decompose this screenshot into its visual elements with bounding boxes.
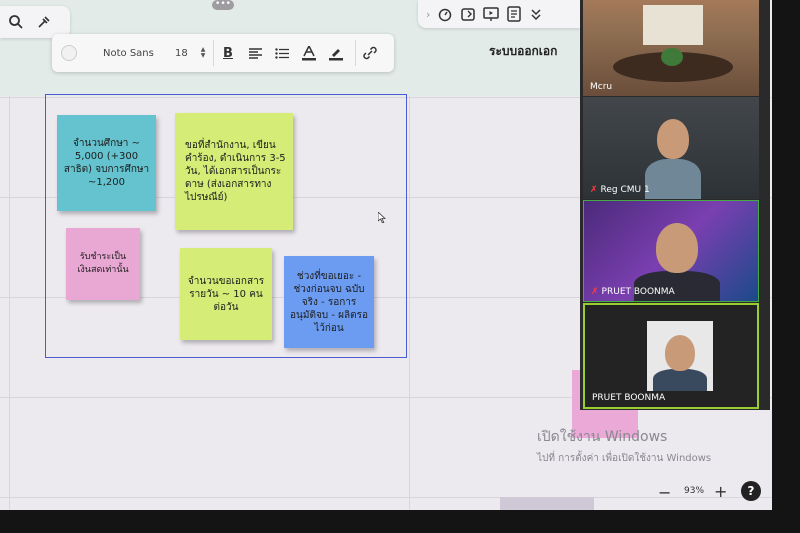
participant-name: ✗ PRUET BOONMA (591, 287, 675, 297)
participant-name: PRUET BOONMA (592, 393, 666, 403)
zoom-out-button[interactable]: − (658, 483, 671, 502)
sticky-note[interactable]: ช่วงที่ขอเยอะ - ช่วงก่อนจบ ฉบับจริง - รอ… (284, 256, 374, 348)
font-size-input[interactable]: 18 (175, 48, 195, 59)
highlight-icon[interactable] (323, 40, 349, 66)
sticky-note[interactable]: จำนวนศึกษา ~ 5,000 (+300 สาธิต) จบการศึก… (57, 115, 156, 211)
align-icon[interactable] (242, 40, 268, 66)
screen-bezel (772, 0, 800, 533)
more-options-icon[interactable]: ••• (212, 0, 234, 10)
list-icon[interactable] (269, 40, 295, 66)
participant-face (657, 119, 689, 159)
flower-arrangement (661, 48, 683, 66)
participant-tile-active[interactable]: PRUET BOONMA (583, 303, 759, 409)
search-icon[interactable] (8, 14, 24, 30)
sticky-note[interactable]: ขอที่สำนักงาน, เขียนคำร้อง, ดำเนินการ 3-… (175, 113, 293, 230)
participant-video (647, 321, 713, 391)
top-right-toolbar: › (418, 0, 580, 28)
text-color-icon[interactable] (296, 40, 322, 66)
participant-body (645, 159, 701, 199)
toolbar-divider (355, 40, 356, 66)
present-icon[interactable] (483, 6, 500, 22)
zoom-in-button[interactable]: + (714, 482, 727, 501)
faint-shape (500, 497, 594, 510)
participant-body (653, 369, 707, 391)
link-icon[interactable] (357, 40, 383, 66)
activation-line-1: เปิดใช้งาน Windows (537, 429, 668, 445)
screen-bezel (0, 510, 800, 533)
mic-muted-icon: ✗ (590, 185, 598, 195)
export-icon[interactable] (460, 6, 476, 22)
participant-tile[interactable]: Mcru (583, 0, 759, 96)
color-swatch[interactable] (61, 45, 77, 61)
format-toolbar: Noto Sans 18 ▲ ▼ B (52, 34, 394, 72)
collapse-icon[interactable] (529, 6, 543, 22)
font-family-select[interactable]: Noto Sans (103, 48, 167, 59)
participant-name: Mcru (590, 82, 613, 92)
sticky-note[interactable]: จำนวนขอเอกสารรายวัน ~ 10 คนต่อวัน (180, 248, 272, 340)
participant-name: ✗ Reg CMU 1 (590, 185, 650, 195)
windows-activation-watermark: เปิดใช้งาน Windows ไปที่ การตั้งค่า เพื่… (537, 426, 711, 466)
mic-muted-icon: ✗ (591, 287, 599, 297)
sticky-note[interactable]: รับชำระเป็นเงินสดเท่านั้น (66, 228, 140, 300)
participant-tile[interactable]: ✗ Reg CMU 1 (583, 97, 759, 199)
notes-icon[interactable] (506, 6, 522, 22)
participant-face (665, 335, 695, 371)
board-title: ระบบออกเอก (489, 44, 558, 58)
help-button[interactable]: ? (741, 481, 761, 501)
participant-tile[interactable]: ✗ PRUET BOONMA (583, 200, 759, 302)
bold-icon[interactable]: B (215, 40, 241, 66)
room-screen (643, 5, 703, 45)
participant-face (656, 223, 698, 273)
mouse-cursor-icon (378, 212, 386, 223)
toolbar-divider (213, 40, 214, 66)
timer-icon[interactable] (437, 6, 453, 22)
font-size-stepper[interactable]: ▲ ▼ (199, 47, 207, 59)
activation-line-2: ไปที่ การตั้งค่า เพื่อเปิดใช้งาน Windows (537, 453, 712, 464)
zoom-level: 93% (684, 486, 705, 496)
plugin-icon[interactable] (36, 14, 52, 30)
chevron-right-icon[interactable]: › (426, 8, 430, 21)
